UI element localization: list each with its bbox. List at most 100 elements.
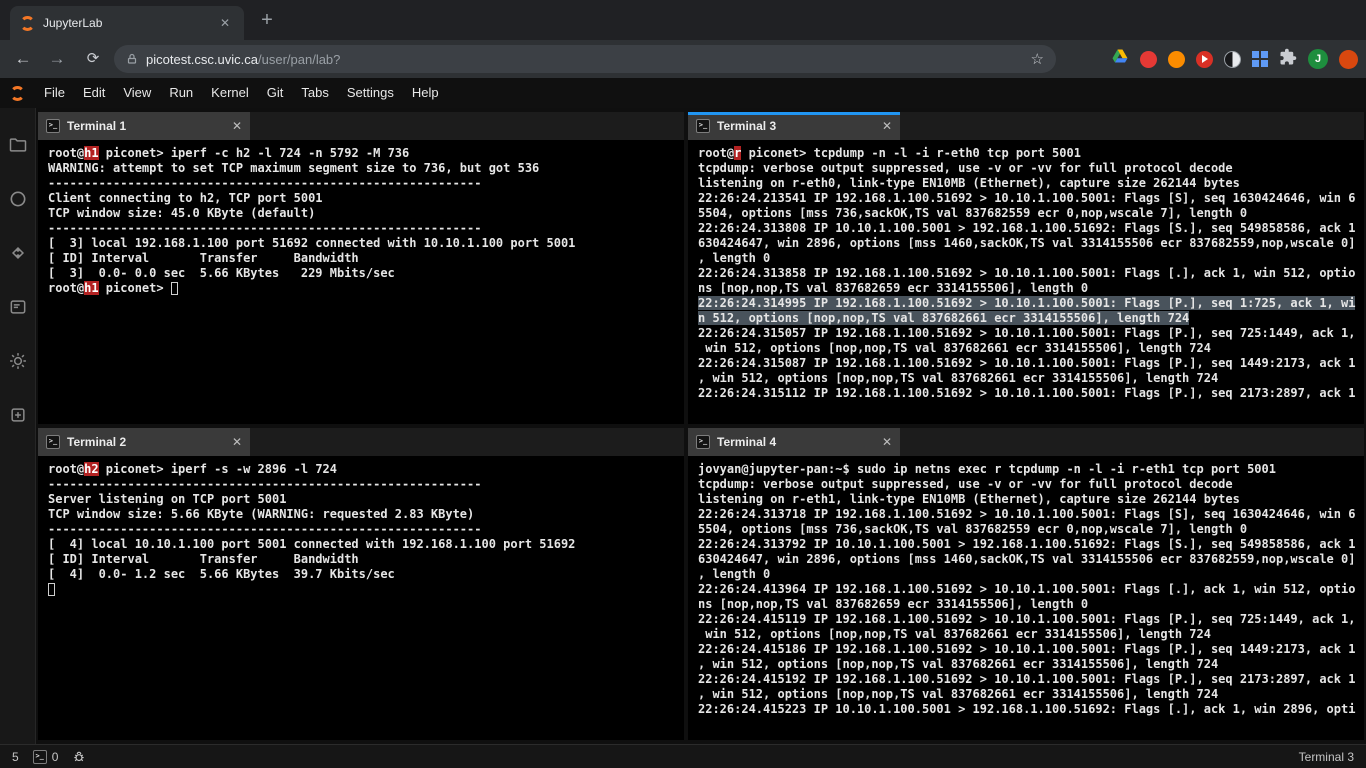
terminal-line: [ 4] local 10.10.1.100 port 5001 connect… <box>48 537 684 552</box>
terminal-2-output[interactable]: root@h2 piconet> iperf -s -w 2896 -l 724… <box>38 456 684 740</box>
close-icon[interactable]: ✕ <box>232 119 242 133</box>
terminal-line: tcpdump: verbose output suppressed, use … <box>698 477 1364 492</box>
terminal-line: ----------------------------------------… <box>48 176 684 191</box>
address-bar[interactable]: picotest.csc.uvic.ca/user/pan/lab? ☆ <box>114 45 1056 73</box>
terminal-3-panel: >_ Terminal 3 ✕ root@r piconet> tcpdump … <box>688 112 1364 424</box>
terminal-line: jovyan@jupyter-pan:~$ sudo ip netns exec… <box>698 462 1364 477</box>
statusbar-terminals-indicator[interactable]: >_ 0 <box>33 750 59 764</box>
terminal-line: 5504, options [mss 736,sackOK,TS val 837… <box>698 206 1364 221</box>
url-text: picotest.csc.uvic.ca/user/pan/lab? <box>146 52 340 67</box>
terminal-1-panel: >_ Terminal 1 ✕ root@h1 piconet> iperf -… <box>38 112 684 424</box>
terminal-segment: piconet> iperf -s -w 2896 -l 724 <box>99 462 337 476</box>
terminal-line: Client connecting to h2, TCP port 5001 <box>48 191 684 206</box>
menu-item-kernel[interactable]: Kernel <box>202 78 258 108</box>
statusbar-debugger-indicator[interactable] <box>72 750 86 764</box>
terminal-line: listening on r-eth0, link-type EN10MB (E… <box>698 176 1364 191</box>
bookmark-star-icon[interactable]: ☆ <box>1031 50 1044 68</box>
terminal-line: ----------------------------------------… <box>48 522 684 537</box>
new-tab-button[interactable]: + <box>254 10 280 30</box>
close-icon[interactable]: ✕ <box>882 119 892 133</box>
terminal-segment: WARNING: attempt to set TCP maximum segm… <box>48 161 539 175</box>
terminal-line: , length 0 <box>698 567 1364 582</box>
terminal-3-output[interactable]: root@r piconet> tcpdump -n -l -i r-eth0 … <box>688 140 1364 424</box>
terminal-line: TCP window size: 45.0 KByte (default) <box>48 206 684 221</box>
terminal-line: 22:26:24.313718 IP 192.168.1.100.51692 >… <box>698 507 1364 522</box>
terminal-2-tab[interactable]: >_ Terminal 2 ✕ <box>38 428 250 456</box>
terminal-1-output[interactable]: root@h1 piconet> iperf -c h2 -l 724 -n 5… <box>38 140 684 424</box>
back-icon[interactable]: ← <box>10 40 36 78</box>
terminal-segment-cursor <box>171 282 178 295</box>
menu-item-tabs[interactable]: Tabs <box>292 78 337 108</box>
extensions-puzzle-icon[interactable] <box>1279 48 1297 71</box>
terminal-segment: tcpdump: verbose output suppressed, use … <box>698 477 1233 491</box>
sidebar-item-file-browser[interactable] <box>0 118 36 172</box>
terminal-segment: 22:26:24.415119 IP 192.168.1.100.51692 >… <box>698 612 1355 626</box>
account-avatar[interactable]: J <box>1308 49 1328 69</box>
terminal-line: root@r piconet> tcpdump -n -l -i r-eth0 … <box>698 146 1364 161</box>
terminal-icon: >_ <box>46 119 60 133</box>
menu-item-file[interactable]: File <box>35 78 74 108</box>
terminal-line: root@h2 piconet> iperf -s -w 2896 -l 724 <box>48 462 684 477</box>
menu-item-run[interactable]: Run <box>160 78 202 108</box>
profile-badge-icon[interactable] <box>1339 50 1358 69</box>
statusbar-left-count[interactable]: 5 <box>12 750 19 764</box>
screen: JupyterLab ✕ + ← → ⟳ picotest.csc.uvic.c… <box>0 0 1366 768</box>
menu-item-help[interactable]: Help <box>403 78 448 108</box>
sidebar-item-running-sessions[interactable] <box>0 172 36 226</box>
terminal-1-tab[interactable]: >_ Terminal 1 ✕ <box>38 112 250 140</box>
tab-close-icon[interactable]: ✕ <box>216 14 234 32</box>
terminal-2-tabbar: >_ Terminal 2 ✕ <box>38 428 684 456</box>
menu-item-edit[interactable]: Edit <box>74 78 114 108</box>
terminal-segment: [ 4] 0.0- 1.2 sec 5.66 KBytes 39.7 Kbits… <box>48 567 395 581</box>
extension-icon-play[interactable] <box>1196 51 1213 68</box>
sidebar-item-git[interactable] <box>0 226 36 280</box>
jupyterlab-statusbar: 5 >_ 0 Terminal 3 <box>0 744 1366 768</box>
reload-icon[interactable]: ⟳ <box>80 40 106 78</box>
extension-icon-contrast[interactable] <box>1224 51 1241 68</box>
extension-icon-red[interactable] <box>1140 51 1157 68</box>
terminal-segment: [ ID] Interval Transfer Bandwidth <box>48 251 359 265</box>
terminal-line: 22:26:24.415186 IP 192.168.1.100.51692 >… <box>698 642 1364 657</box>
terminal-segment: , length 0 <box>698 567 770 581</box>
terminal-segment: piconet> <box>99 281 171 295</box>
terminal-segment: [ 3] local 192.168.1.100 port 51692 conn… <box>48 236 575 250</box>
extension-icon-apps-grid[interactable] <box>1252 51 1268 67</box>
menu-item-git[interactable]: Git <box>258 78 293 108</box>
sidebar-item-settings[interactable] <box>0 334 36 388</box>
terminal-line: 22:26:24.315057 IP 192.168.1.100.51692 >… <box>698 326 1364 341</box>
terminal-line: 22:26:24.415223 IP 10.10.1.100.5001 > 19… <box>698 702 1364 717</box>
terminal-line: win 512, options [nop,nop,TS val 8376826… <box>698 627 1364 642</box>
terminal-line: 22:26:24.415192 IP 192.168.1.100.51692 >… <box>698 672 1364 687</box>
terminal-3-tab[interactable]: >_ Terminal 3 ✕ <box>688 112 900 140</box>
running-sessions-icon <box>8 189 28 209</box>
terminal-icon: >_ <box>33 750 47 764</box>
browser-tab[interactable]: JupyterLab ✕ <box>10 6 244 40</box>
terminal-line <box>48 582 684 597</box>
sidebar-item-property-inspector[interactable] <box>0 280 36 334</box>
terminal-line: 22:26:24.213541 IP 192.168.1.100.51692 >… <box>698 191 1364 206</box>
settings-gear-icon <box>8 351 28 371</box>
terminal-segment: , win 512, options [nop,nop,TS val 83768… <box>698 657 1218 671</box>
forward-icon[interactable]: → <box>44 40 70 78</box>
extension-icon-orange[interactable] <box>1168 51 1185 68</box>
file-browser-icon <box>8 135 28 155</box>
sidebar-item-extension-manager[interactable] <box>0 388 36 442</box>
close-icon[interactable]: ✕ <box>232 435 242 449</box>
terminal-line: ----------------------------------------… <box>48 477 684 492</box>
terminal-icon: >_ <box>696 435 710 449</box>
drive-extension-icon[interactable] <box>1111 48 1129 71</box>
terminal-line: 22:26:24.415119 IP 192.168.1.100.51692 >… <box>698 612 1364 627</box>
menu-item-settings[interactable]: Settings <box>338 78 403 108</box>
terminal-segment: [ ID] Interval Transfer Bandwidth <box>48 552 359 566</box>
close-icon[interactable]: ✕ <box>882 435 892 449</box>
terminal-line: [ 3] local 192.168.1.100 port 51692 conn… <box>48 236 684 251</box>
jupyterlab-sidebar <box>0 108 36 744</box>
terminal-line: , length 0 <box>698 251 1364 266</box>
terminal-4-output[interactable]: jovyan@jupyter-pan:~$ sudo ip netns exec… <box>688 456 1364 740</box>
terminal-segment: ns [nop,nop,TS val 837682659 ecr 3314155… <box>698 597 1088 611</box>
terminal-segment: 22:26:24.415223 IP 10.10.1.100.5001 > 19… <box>698 702 1355 716</box>
terminal-4-tab[interactable]: >_ Terminal 4 ✕ <box>688 428 900 456</box>
terminal-segment-red: h1 <box>84 146 98 160</box>
menu-item-view[interactable]: View <box>114 78 160 108</box>
terminal-line: n 512, options [nop,nop,TS val 837682661… <box>698 311 1364 326</box>
